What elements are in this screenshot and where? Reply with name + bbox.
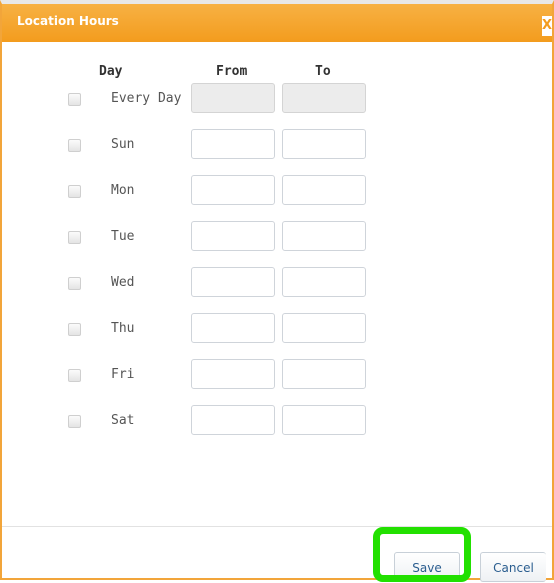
sat-checkbox[interactable] <box>68 415 81 428</box>
tue-checkbox[interactable] <box>68 231 81 244</box>
thu-checkbox[interactable] <box>68 323 81 336</box>
wed-checkbox[interactable] <box>68 277 81 290</box>
location-hours-dialog: Location Hours X Day From To Every Day S… <box>0 0 554 582</box>
sat-to-input[interactable] <box>282 405 366 435</box>
day-label: Sat <box>111 413 135 428</box>
footer-divider <box>2 526 552 527</box>
hours-row-mon: Mon <box>2 175 552 209</box>
wed-from-input[interactable] <box>191 267 275 297</box>
hours-row-tue: Tue <box>2 221 552 255</box>
day-label: Mon <box>111 183 135 198</box>
sun-checkbox[interactable] <box>68 139 81 152</box>
dialog-titlebar: Location Hours X <box>2 4 552 42</box>
sun-to-input[interactable] <box>282 129 366 159</box>
sat-from-input[interactable] <box>191 405 275 435</box>
day-label: Sun <box>111 137 135 152</box>
tue-to-input[interactable] <box>282 221 366 251</box>
hours-row-sun: Sun <box>2 129 552 163</box>
fri-to-input[interactable] <box>282 359 366 389</box>
cancel-button[interactable]: Cancel <box>480 552 546 582</box>
tue-from-input[interactable] <box>191 221 275 251</box>
close-icon[interactable]: X <box>542 16 552 36</box>
every-day-checkbox[interactable] <box>68 93 81 106</box>
sun-from-input[interactable] <box>191 129 275 159</box>
wed-to-input[interactable] <box>282 267 366 297</box>
hours-row-fri: Fri <box>2 359 552 393</box>
save-button[interactable]: Save <box>394 552 460 582</box>
every-day-from-input[interactable] <box>191 83 275 113</box>
column-header-from: From <box>216 64 248 79</box>
mon-to-input[interactable] <box>282 175 366 205</box>
dialog-title: Location Hours <box>17 14 119 28</box>
thu-to-input[interactable] <box>282 313 366 343</box>
mon-from-input[interactable] <box>191 175 275 205</box>
thu-from-input[interactable] <box>191 313 275 343</box>
hours-row-thu: Thu <box>2 313 552 347</box>
every-day-to-input[interactable] <box>282 83 366 113</box>
day-label: Every Day <box>111 91 182 106</box>
fri-from-input[interactable] <box>191 359 275 389</box>
column-header-day: Day <box>99 64 123 79</box>
hours-row-sat: Sat <box>2 405 552 439</box>
column-header-to: To <box>315 64 331 79</box>
fri-checkbox[interactable] <box>68 369 81 382</box>
hours-row-wed: Wed <box>2 267 552 301</box>
mon-checkbox[interactable] <box>68 185 81 198</box>
day-label: Fri <box>111 367 135 382</box>
day-label: Thu <box>111 321 135 336</box>
day-label: Wed <box>111 275 135 290</box>
hours-row-every-day: Every Day <box>2 83 552 117</box>
day-label: Tue <box>111 229 135 244</box>
